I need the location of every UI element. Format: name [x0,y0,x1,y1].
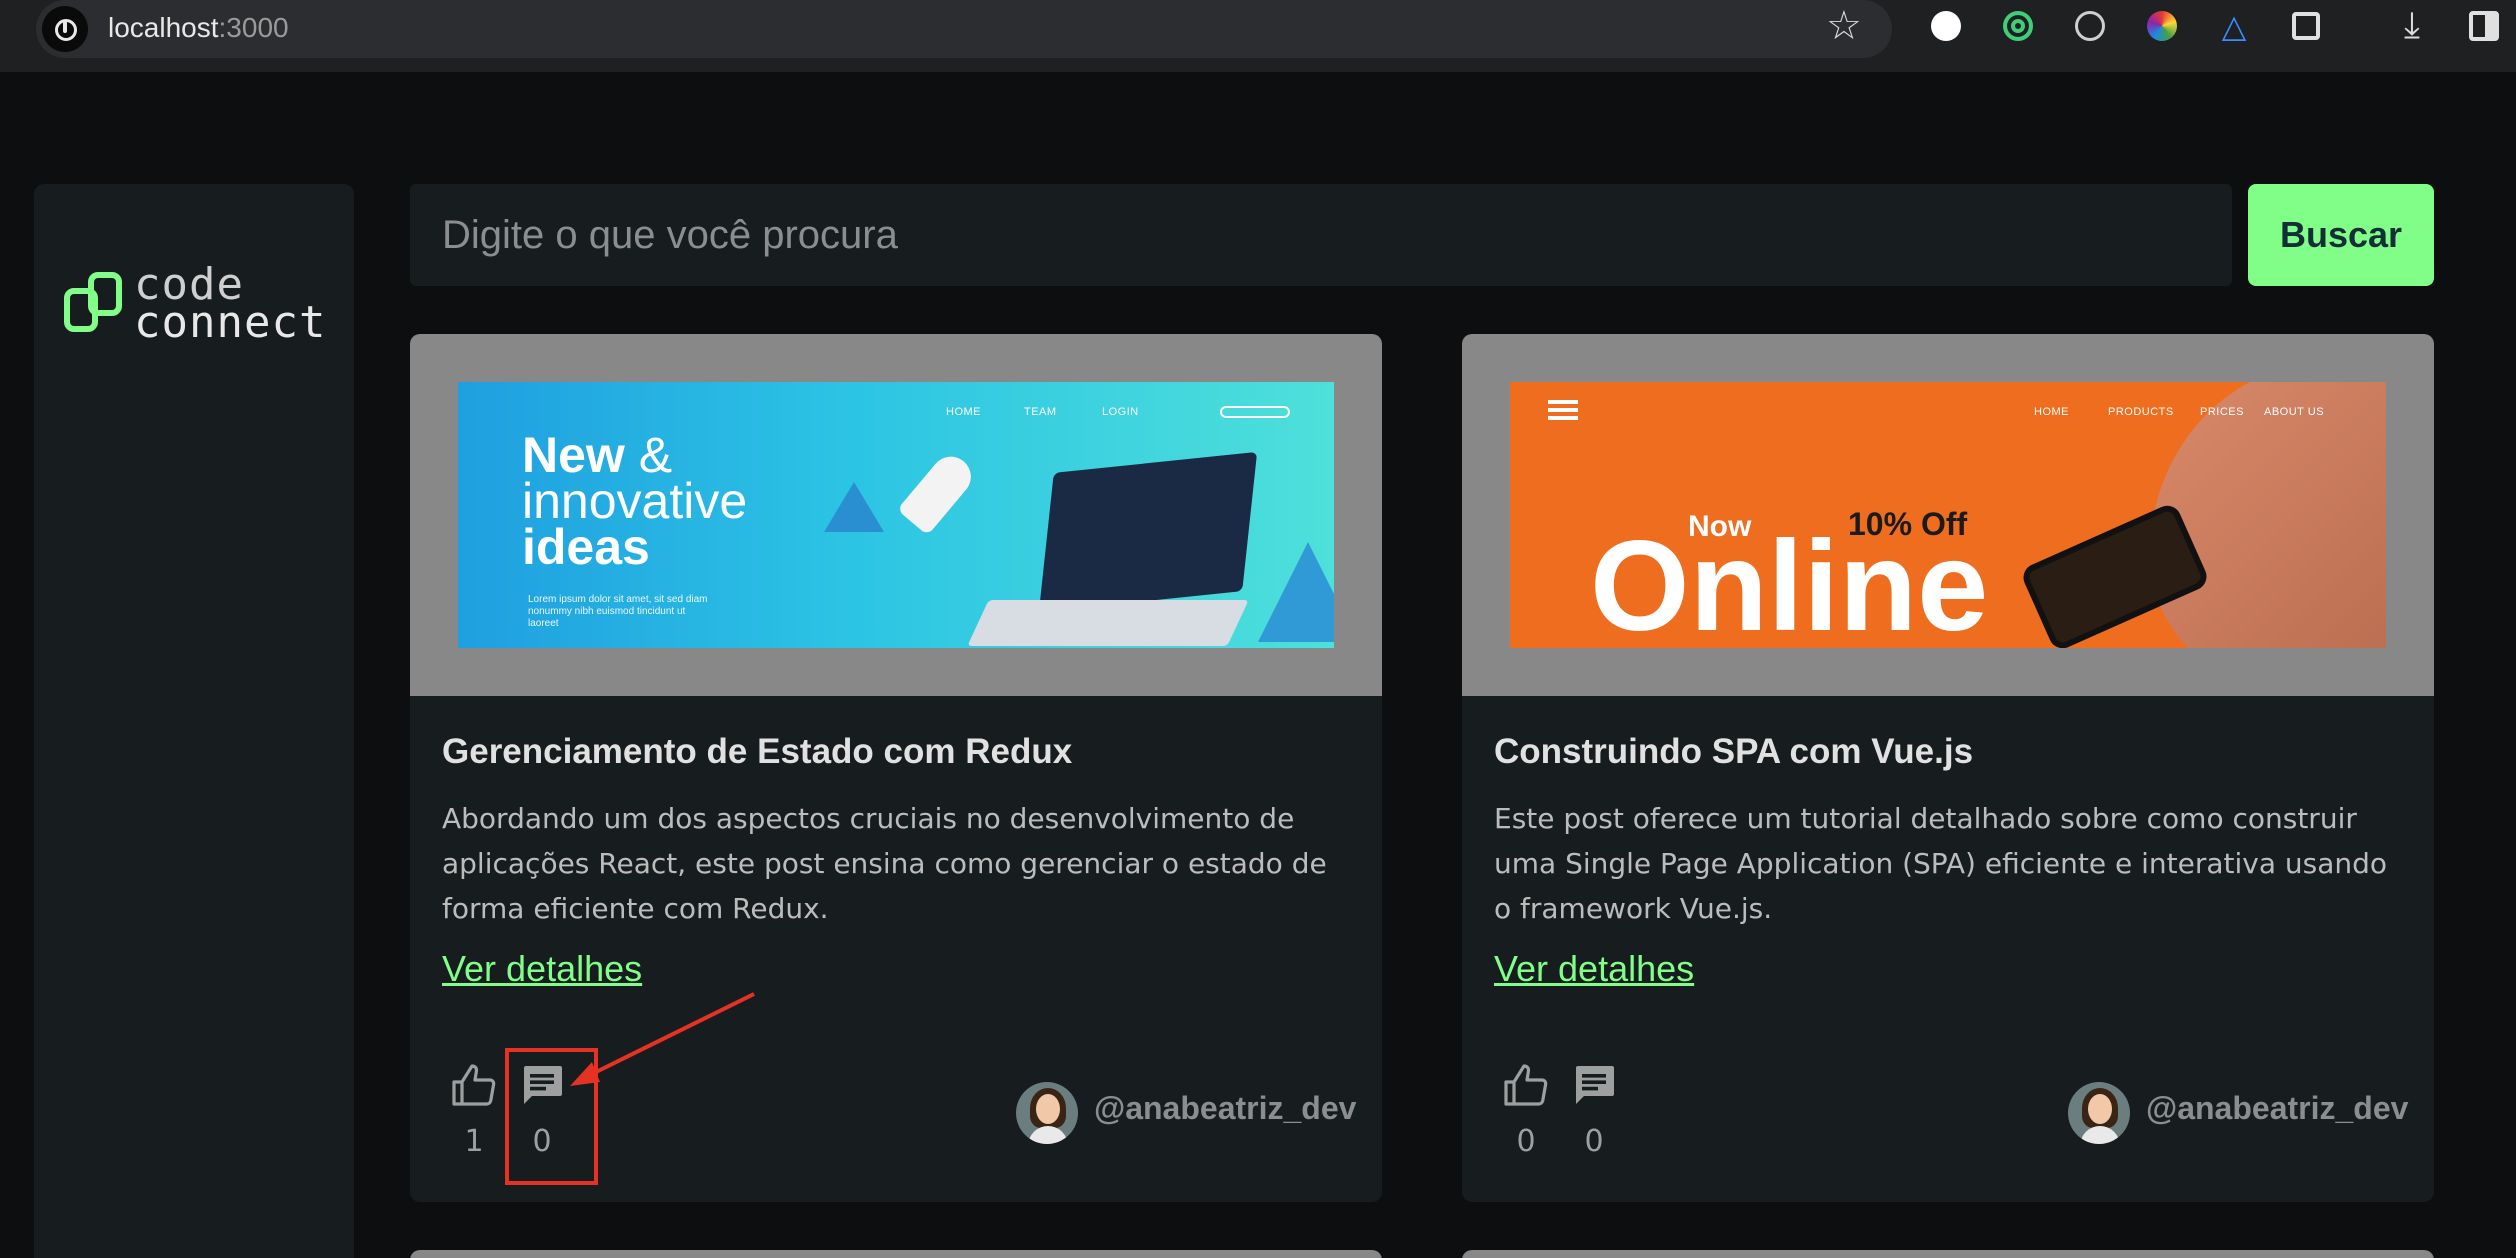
banner-nav-item: PRICES [2200,406,2244,418]
post-card: HOME PRODUCTS PRICES ABOUT US Now 10% Of… [1462,334,2434,1202]
banner-nav-item: PRODUCTS [2108,406,2174,418]
comment-count: 0 [1584,1124,1604,1159]
banner-mountain-decoration [1258,542,1334,642]
banner-laptop-base [967,600,1249,646]
author-username: @anabeatriz_dev [2146,1090,2409,1126]
code-connect-logo-icon[interactable] [64,272,124,336]
address-bar[interactable] [36,0,1892,58]
banner-triangle-decoration [824,482,884,532]
author-username: @anabeatriz_dev [1094,1090,1357,1126]
thumbs-up-icon[interactable] [1502,1062,1550,1110]
extensions-puzzle-icon[interactable] [2286,6,2326,46]
logo-wordmark[interactable]: code connect [134,263,326,345]
author-avatar [2068,1082,2130,1144]
post-card-header: HOME TEAM LOGIN New & innovative ideas L… [410,334,1382,696]
search-button[interactable]: Buscar [2248,184,2434,286]
banner-headline: New & innovative ideas [522,427,748,575]
extension-compass-icon[interactable] [2070,6,2110,46]
banner-laptop-screen [1038,451,1258,613]
browser-toolbar: localhost:3000 ☆ △ ⤓ [0,0,2516,72]
post-description: Abordando um dos aspectos cruciais no de… [442,802,1327,925]
banner-nav-item: LOGIN [1102,406,1139,418]
post-details-link[interactable]: Ver detalhes [1494,948,1694,990]
banner-nav-item: HOME [2034,406,2069,418]
post-description: Este post oferece um tutorial detalhado … [1494,802,2388,925]
banner-small-text: Lorem ipsum dolor sit amet, sit sed diam… [528,594,708,629]
search-input[interactable] [410,184,2232,286]
like-count: 1 [464,1124,484,1159]
site-info-icon-dot [63,21,67,33]
post-cover-image: HOME PRODUCTS PRICES ABOUT US Now 10% Of… [1510,382,2386,648]
post-card-header: HOME PRODUCTS PRICES ABOUT US Now 10% Of… [1462,334,2434,696]
post-card-peek [410,1250,1382,1258]
like-count: 0 [1516,1124,1536,1159]
post-title: Gerenciamento de Estado com Redux [442,732,1073,771]
banner-arm-illustration [2150,382,2386,648]
extension-json-icon[interactable] [1926,6,1966,46]
post-cover-image: HOME TEAM LOGIN New & innovative ideas L… [458,382,1334,648]
annotation-highlight-box [505,1048,598,1185]
url-text[interactable]: localhost:3000 [108,8,289,48]
extension-color-picker-icon[interactable] [2142,6,2182,46]
post-details-link[interactable]: Ver detalhes [442,948,642,990]
banner-nav-item: ABOUT US [2264,406,2325,418]
banner-online-text: Online [1590,515,1989,649]
banner-menu-icon [1548,400,1578,404]
banner-nav-item: HOME [946,406,981,418]
banner-nav-pill [1220,406,1290,418]
post-card-peek [1462,1250,2434,1258]
comment-icon[interactable] [1570,1060,1618,1108]
thumbs-up-icon[interactable] [450,1062,498,1110]
author-avatar [1016,1082,1078,1144]
side-panel-icon[interactable] [2464,6,2504,46]
post-title: Construindo SPA com Vue.js [1494,732,1974,771]
download-icon[interactable]: ⤓ [2392,5,2432,46]
sidebar: code connect [34,184,354,1258]
banner-nav-item: TEAM [1024,406,1057,418]
extension-triangle-icon[interactable]: △ [2214,6,2254,46]
bookmark-star-icon[interactable]: ☆ [1826,4,1862,48]
extension-target-icon[interactable] [1998,6,2038,46]
banner-rocket-illustration [896,448,980,536]
